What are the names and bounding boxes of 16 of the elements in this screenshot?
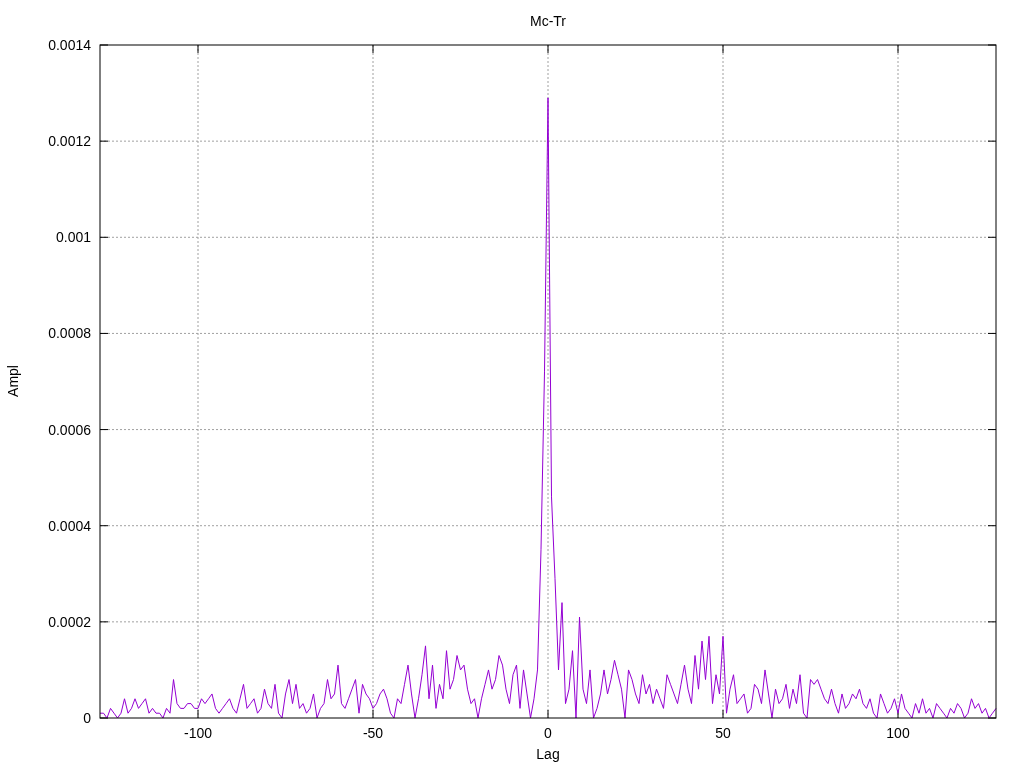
chart-title: Mc-Tr bbox=[530, 13, 566, 29]
x-tick-label: 100 bbox=[886, 725, 910, 741]
x-tick-label: 50 bbox=[715, 725, 731, 741]
x-tick-label: -50 bbox=[362, 725, 384, 741]
y-tick-label: 0.0012 bbox=[48, 133, 91, 150]
y-tick-label: 0.0008 bbox=[48, 325, 91, 342]
y-tick-label: 0.0004 bbox=[48, 517, 91, 534]
y-tick-label: 0.0006 bbox=[48, 421, 91, 438]
x-tick-label: 0 bbox=[544, 725, 552, 741]
x-tick-label: -100 bbox=[184, 725, 212, 741]
y-tick-label: 0.0002 bbox=[48, 613, 91, 630]
y-tick-label: 0 bbox=[83, 710, 91, 726]
y-axis-label: Ampl bbox=[5, 365, 21, 397]
x-axis-label: Lag bbox=[536, 746, 560, 762]
y-tick-label: 0.001 bbox=[55, 229, 91, 246]
y-tick-label: 0.0014 bbox=[48, 37, 91, 53]
